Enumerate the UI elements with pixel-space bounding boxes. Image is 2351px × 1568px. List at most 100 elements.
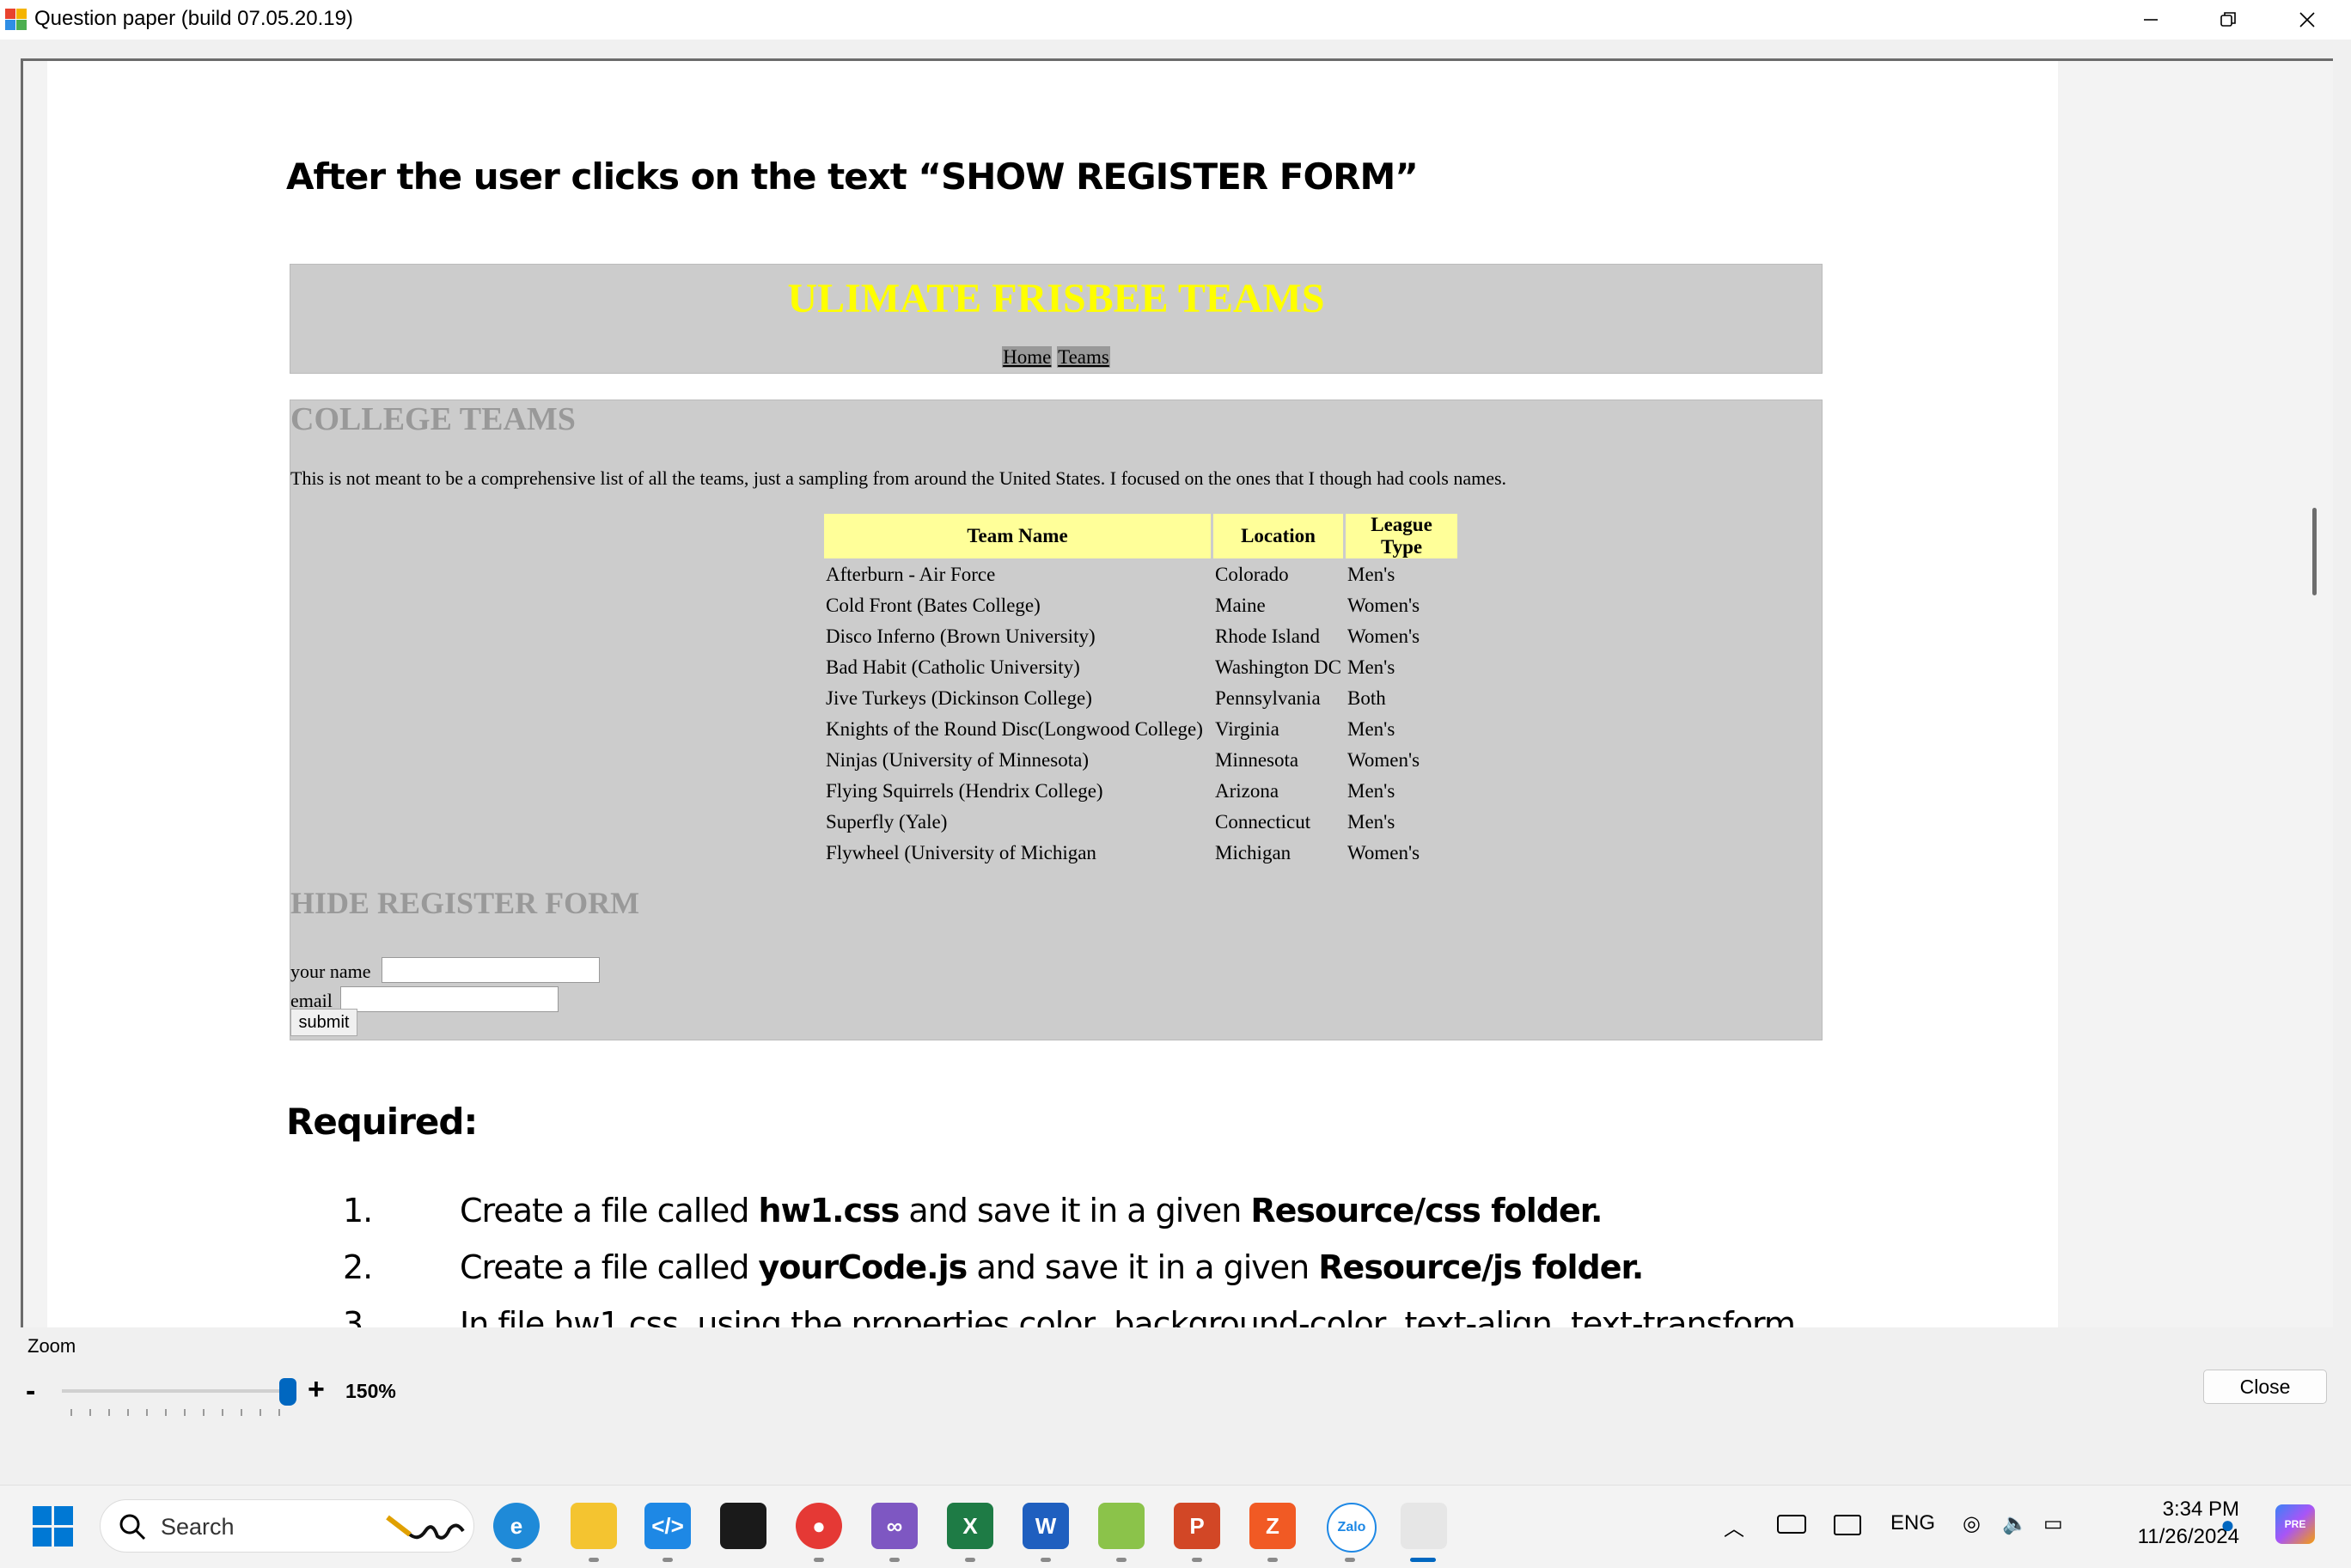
zoom-out-button[interactable]: -: [26, 1375, 35, 1408]
notepad-plus-icon[interactable]: [1098, 1503, 1145, 1549]
column-header: Location: [1213, 514, 1344, 558]
table-cell: Women's: [1347, 595, 1420, 616]
terminal-icon[interactable]: [720, 1503, 766, 1549]
table-cell: Flywheel (University of Michigan: [826, 842, 1096, 863]
email-field[interactable]: [340, 986, 559, 1012]
language-indicator[interactable]: ENG: [1890, 1511, 1935, 1535]
running-indicator: [1116, 1558, 1127, 1562]
table-cell: Michigan: [1215, 842, 1292, 863]
table-cell: Men's: [1347, 718, 1395, 740]
nav-link-home[interactable]: Home: [1002, 346, 1053, 368]
table-cell: Women's: [1347, 625, 1420, 647]
vertical-scrollbar[interactable]: [2312, 508, 2317, 595]
app-icon: [5, 9, 27, 31]
table-cell: Ninjas (University of Minnesota): [826, 749, 1089, 771]
name-label: your name: [290, 961, 371, 982]
start-button[interactable]: [33, 1506, 74, 1547]
table-header-row: Team Name Location League Type: [824, 514, 1458, 558]
restore-icon: [2220, 12, 2236, 27]
chrome-icon[interactable]: ●: [796, 1503, 842, 1549]
table-cell: Washington DC: [1215, 656, 1342, 678]
visual-studio-icon[interactable]: ∞: [871, 1503, 918, 1549]
section-title: COLLEGE TEAMS: [290, 401, 576, 437]
hide-register-form-toggle[interactable]: HIDE REGISTER FORM: [290, 885, 639, 921]
battery-icon[interactable]: ▭: [2043, 1511, 2063, 1536]
excel-icon[interactable]: X: [947, 1503, 993, 1549]
table-cell: Men's: [1347, 656, 1395, 678]
zoom-slider-track[interactable]: [62, 1389, 289, 1393]
table-cell: Virginia: [1215, 718, 1279, 740]
site-header: ULIMATE FRISBEE TEAMS Home Teams: [290, 264, 1823, 374]
zoom-label: Zoom: [27, 1335, 76, 1357]
volume-icon[interactable]: 🔈: [2002, 1511, 2028, 1536]
word-icon[interactable]: W: [1023, 1503, 1069, 1549]
table-cell: Bad Habit (Catholic University): [826, 656, 1080, 678]
close-icon: [2299, 12, 2315, 27]
table-cell: Disco Inferno (Brown University): [826, 625, 1096, 647]
site-title: ULIMATE FRISBEE TEAMS: [787, 276, 1325, 321]
file-explorer-icon[interactable]: [571, 1503, 617, 1549]
running-indicator: [889, 1558, 900, 1562]
requirement-text: Create a file called yourCode.js and sav…: [460, 1248, 1644, 1286]
table-cell: Men's: [1347, 564, 1395, 585]
table-row: Jive Turkeys (Dickinson College) Pennsylv…: [824, 684, 1457, 713]
table-cell: Arizona: [1215, 780, 1279, 802]
vscode-icon[interactable]: </>: [644, 1503, 691, 1549]
table-row: Flying Squirrels (Hendrix College) Arizon…: [824, 777, 1457, 806]
taskbar-search[interactable]: Search: [100, 1499, 474, 1553]
zoom-value: 150%: [345, 1380, 396, 1402]
table-cell: Colorado: [1215, 564, 1289, 585]
table-cell: Afterburn - Air Force: [826, 564, 996, 585]
chevron-up-icon[interactable]: ︿: [1724, 1511, 1744, 1541]
table-row: Ninjas (University of Minnesota) Minnesot…: [824, 746, 1457, 775]
edge-icon[interactable]: e: [493, 1503, 540, 1549]
table-cell: Both: [1347, 687, 1386, 709]
zalo-icon[interactable]: Zalo: [1327, 1503, 1377, 1553]
search-icon: [119, 1514, 146, 1541]
question-paper-app-icon[interactable]: [1401, 1503, 1447, 1549]
clock-date[interactable]: 11/26/2024: [2079, 1525, 2239, 1549]
nav-link-teams[interactable]: Teams: [1057, 346, 1110, 368]
name-field[interactable]: [382, 957, 600, 983]
table-row: Superfly (Yale) Connecticut Men's: [824, 808, 1457, 837]
running-indicator: [965, 1558, 975, 1562]
zoom-in-button[interactable]: +: [308, 1373, 325, 1406]
table-row: Bad Habit (Catholic University) Washingto…: [824, 653, 1457, 682]
table-row: Flywheel (University of Michigan Michigan…: [824, 839, 1457, 868]
active-indicator: [1410, 1558, 1436, 1562]
keyboard-icon[interactable]: [1777, 1515, 1806, 1534]
foxit-reader-icon[interactable]: Z: [1249, 1503, 1296, 1549]
running-indicator: [1192, 1558, 1202, 1562]
table-row: Disco Inferno (Brown University) Rhode Is…: [824, 622, 1457, 651]
network-icon[interactable]: ◎: [1963, 1511, 1981, 1536]
running-indicator: [589, 1558, 599, 1562]
required-heading: Required:: [286, 1101, 478, 1143]
close-window-button[interactable]: [2269, 0, 2346, 40]
teams-table: Team Name Location League Type Afterburn…: [821, 512, 1460, 869]
running-indicator: [814, 1558, 824, 1562]
minimize-button[interactable]: [2112, 0, 2189, 40]
close-button[interactable]: Close: [2203, 1370, 2327, 1404]
document-viewer[interactable]: After the user clicks on the text “SHOW …: [21, 58, 2333, 1327]
minimize-icon: [2144, 19, 2158, 21]
powerpoint-icon[interactable]: P: [1174, 1503, 1220, 1549]
running-indicator: [1267, 1558, 1278, 1562]
table-cell: Men's: [1347, 780, 1395, 802]
tablet-icon[interactable]: [1834, 1515, 1861, 1535]
zoom-slider-thumb[interactable]: [279, 1378, 297, 1406]
column-header: League Type: [1346, 514, 1458, 558]
restore-button[interactable]: [2189, 0, 2267, 40]
table-cell: Pennsylvania: [1215, 687, 1321, 709]
submit-button[interactable]: submit: [290, 1009, 357, 1036]
running-indicator: [1041, 1558, 1051, 1562]
table-cell: Minnesota: [1215, 749, 1299, 771]
table-cell: Women's: [1347, 749, 1420, 771]
copilot-icon[interactable]: PRE: [2275, 1504, 2315, 1544]
table-cell: Superfly (Yale): [826, 811, 948, 833]
site-content: COLLEGE TEAMS This is not meant to be a …: [290, 400, 1823, 1040]
requirement-number: 3.: [343, 1305, 373, 1327]
notification-bell-icon[interactable]: ●: [2220, 1511, 2235, 1539]
search-placeholder: Search: [161, 1514, 235, 1540]
intro-text: This is not meant to be a comprehensive …: [290, 467, 1507, 489]
title-bar: Question paper (build 07.05.20.19): [0, 0, 2351, 40]
